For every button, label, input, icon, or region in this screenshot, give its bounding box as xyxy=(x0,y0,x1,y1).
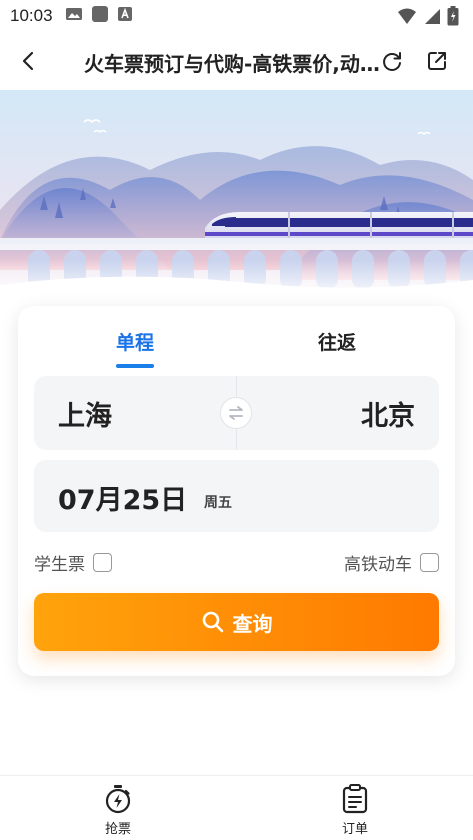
stopwatch-lightning-icon xyxy=(105,785,131,814)
banner-illustration xyxy=(0,90,473,300)
nav-label-grab-tickets: 抢票 xyxy=(104,822,131,837)
swap-arrows-icon xyxy=(229,406,243,420)
bottom-nav: 抢票 订单 xyxy=(0,775,473,840)
status-system-icons xyxy=(397,6,459,30)
status-time: 10:03 xyxy=(10,6,53,25)
app-square-icon xyxy=(91,5,109,27)
search-button-label: 查询 xyxy=(232,611,273,636)
signal-icon xyxy=(423,7,441,29)
nav-item-grab-tickets[interactable]: 抢票 xyxy=(88,784,148,837)
search-button[interactable]: 查询 xyxy=(34,593,439,651)
arrival-city[interactable]: 北京 xyxy=(361,394,415,433)
text-a-icon xyxy=(117,6,133,26)
status-bar: 10:03 xyxy=(0,0,473,32)
search-icon xyxy=(202,611,223,633)
page-title: 火车票预订与代购-高铁票价,动... xyxy=(84,52,380,76)
header: 火车票预订与代购-高铁票价,动... xyxy=(0,32,473,90)
refresh-icon xyxy=(383,52,401,71)
back-button[interactable] xyxy=(14,46,44,76)
status-notification-icons xyxy=(65,5,133,27)
departure-weekday: 周五 xyxy=(204,495,232,511)
departure-city[interactable]: 上海 xyxy=(58,394,112,433)
tab-one-way[interactable]: 单程 xyxy=(116,328,154,355)
high-speed-option[interactable]: 高铁动车 xyxy=(344,550,439,575)
tab-round-trip[interactable]: 往返 xyxy=(318,328,356,355)
image-icon xyxy=(65,6,83,26)
high-speed-label: 高铁动车 xyxy=(344,555,412,575)
student-ticket-label: 学生票 xyxy=(34,555,85,575)
clipboard-icon xyxy=(342,784,368,814)
active-tab-indicator xyxy=(116,364,154,368)
student-ticket-checkbox[interactable] xyxy=(93,553,112,572)
student-ticket-option[interactable]: 学生票 xyxy=(34,550,112,575)
route-selector: 上海 北京 xyxy=(34,376,439,450)
nav-item-orders[interactable]: 订单 xyxy=(325,784,385,837)
chevron-left-icon xyxy=(22,51,34,71)
share-button[interactable] xyxy=(422,46,452,76)
battery-icon xyxy=(447,6,459,30)
swap-cities-button[interactable] xyxy=(220,397,252,429)
booking-card: 单程 往返 上海 北京 07月25日 周五 学生票 高铁动车 查询 xyxy=(18,306,455,676)
date-selector[interactable]: 07月25日 周五 xyxy=(34,460,439,532)
refresh-button[interactable] xyxy=(377,46,407,76)
wifi-icon xyxy=(397,7,417,29)
nav-label-orders: 订单 xyxy=(341,822,368,837)
share-icon xyxy=(428,52,446,70)
departure-date: 07月25日 xyxy=(58,485,188,516)
high-speed-checkbox[interactable] xyxy=(420,553,439,572)
